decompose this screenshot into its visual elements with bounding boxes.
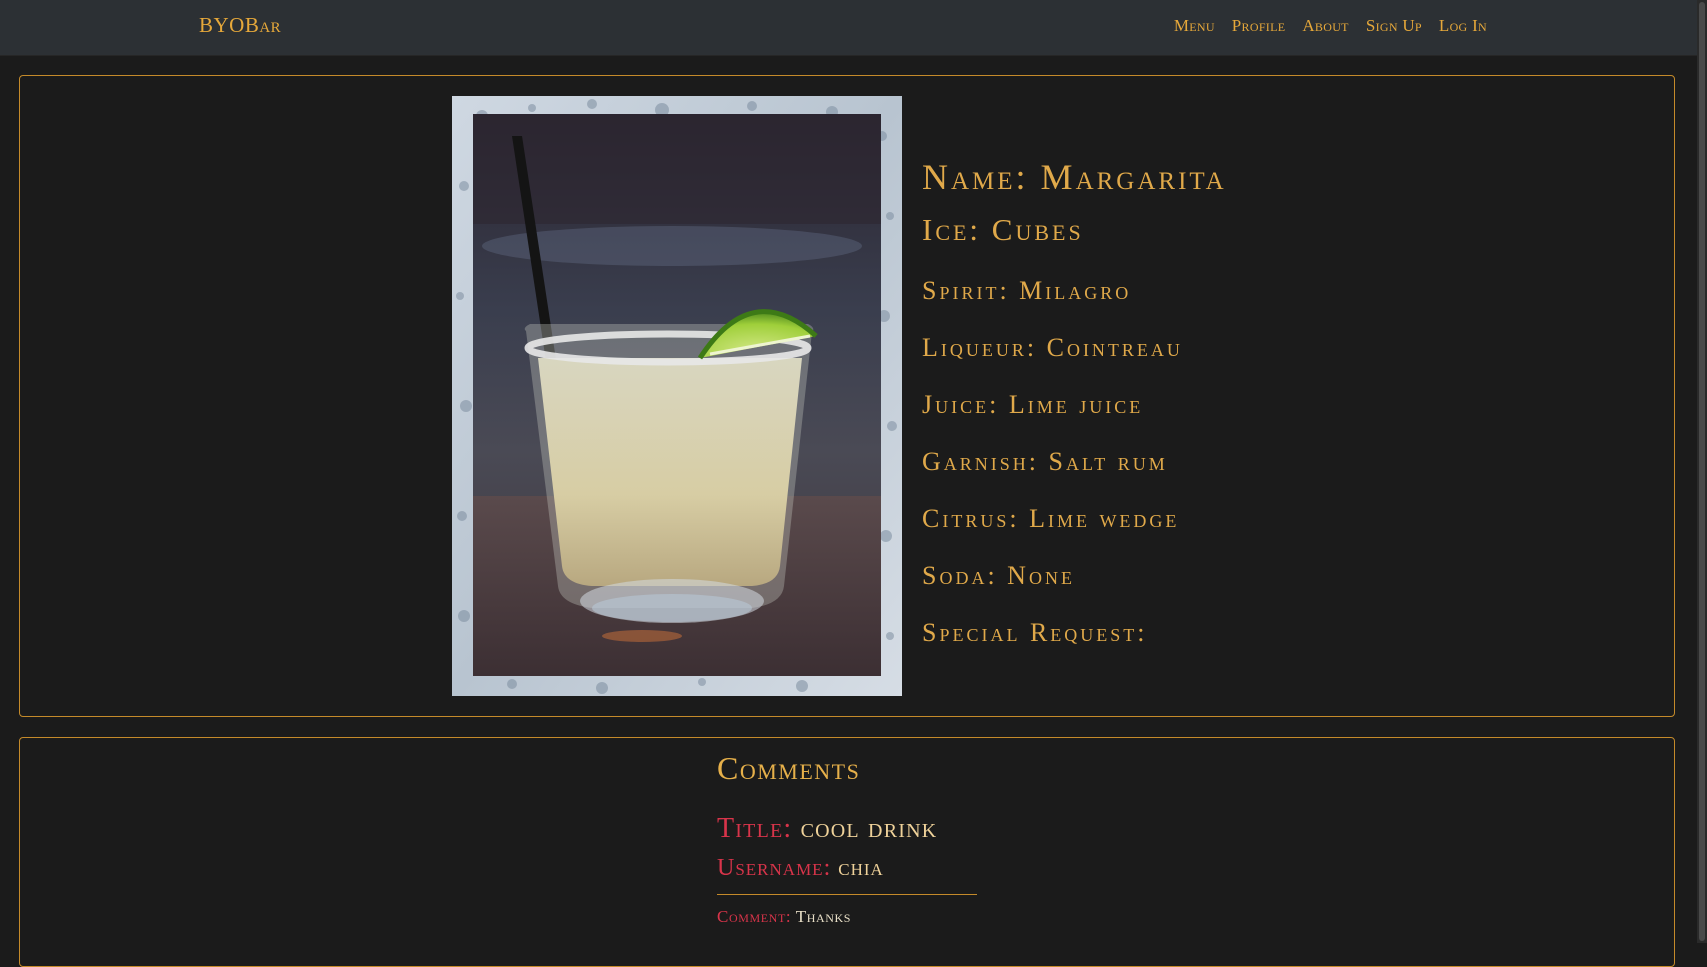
nav-login-link[interactable]: Log In xyxy=(1439,16,1487,36)
nav-signup-link[interactable]: Sign Up xyxy=(1366,16,1422,36)
comment-title-label: Title: xyxy=(717,813,793,844)
comment-username-value: chia xyxy=(838,855,884,881)
comment-body-value: Thanks xyxy=(795,907,852,926)
drink-juice: Juice: Lime juice xyxy=(922,390,1144,419)
comments-heading: Comments xyxy=(717,750,861,786)
drink-garnish: Garnish: Salt rum xyxy=(922,447,1168,476)
nav-links: Menu Profile About Sign Up Log In xyxy=(1174,16,1487,36)
comment-body-label: Comment: xyxy=(717,907,792,926)
comment-divider xyxy=(717,894,977,895)
scrollbar-thumb[interactable] xyxy=(1699,2,1705,941)
nav-about-link[interactable]: About xyxy=(1302,16,1348,36)
drink-citrus: Citrus: Lime wedge xyxy=(922,504,1180,533)
comment-body: Comment: Thanks xyxy=(717,907,851,927)
comment-title-value: cool drink xyxy=(800,813,938,844)
drink-name: Name: Margarita xyxy=(922,157,1227,197)
drink-special-request: Special Request: xyxy=(922,618,1148,647)
drink-spirit: Spirit: Milagro xyxy=(922,276,1132,305)
nav-menu-link[interactable]: Menu xyxy=(1174,16,1215,36)
comment-username-label: Username: xyxy=(717,855,832,881)
top-navbar: BYOBar Menu Profile About Sign Up Log In xyxy=(0,0,1697,56)
nav-profile-link[interactable]: Profile xyxy=(1232,16,1286,36)
comment-username: Username: chia xyxy=(717,855,884,882)
drink-soda: Soda: None xyxy=(922,561,1075,590)
drink-details: Name: Margarita Ice: Cubes Spirit: Milag… xyxy=(922,150,1227,661)
page-scrollbar[interactable] xyxy=(1697,0,1707,943)
drink-ice: Ice: Cubes xyxy=(922,212,1084,247)
drink-liqueur: Liqueur: Cointreau xyxy=(922,333,1183,362)
drink-photo xyxy=(452,96,902,696)
comment-title: Title: cool drink xyxy=(717,813,937,845)
brand-link[interactable]: BYOBar xyxy=(199,13,281,38)
